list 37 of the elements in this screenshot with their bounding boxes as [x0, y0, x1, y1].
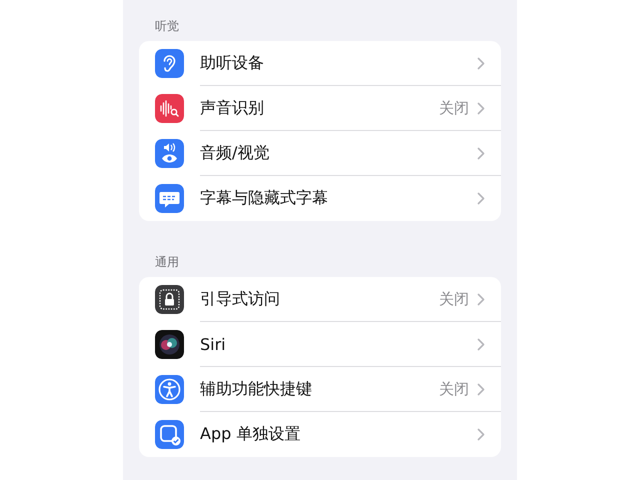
- settings-row[interactable]: 音频/视觉: [139, 131, 501, 176]
- accessibility-icon: [155, 375, 184, 404]
- settings-row[interactable]: 辅助功能快捷键 关闭: [139, 367, 501, 412]
- lock-icon: [155, 285, 184, 314]
- chevron-icon: [477, 56, 485, 70]
- settings-row[interactable]: App 单独设置: [139, 412, 501, 457]
- settings-row[interactable]: 助听设备: [139, 41, 501, 86]
- chevron-icon: [477, 146, 485, 160]
- row-label: Siri: [200, 334, 227, 354]
- row-label: 助听设备: [200, 52, 265, 74]
- row-label: 字幕与隐藏式字幕: [200, 188, 329, 209]
- row-label: 引导式访问: [200, 288, 281, 310]
- row-value: 关闭: [439, 98, 469, 118]
- speaker-eye-icon: [155, 139, 184, 168]
- speech-bubble-icon: [155, 184, 184, 213]
- chevron-icon: [477, 292, 485, 306]
- chevron-icon: [477, 382, 485, 396]
- row-value: 关闭: [439, 290, 469, 308]
- section-header: 通用: [154, 254, 180, 271]
- settings-row[interactable]: 字幕与隐藏式字幕: [139, 176, 501, 221]
- settings-row[interactable]: 声音识别 关闭: [139, 86, 501, 131]
- chevron-icon: [477, 192, 485, 205]
- section-header: 听觉: [154, 18, 180, 35]
- chevron-icon: [477, 428, 485, 441]
- row-label: 声音识别: [200, 98, 265, 118]
- settings-row[interactable]: Siri: [139, 322, 501, 367]
- row-label: 音频/视觉: [200, 142, 270, 164]
- ear-icon: [155, 49, 184, 78]
- row-value: 关闭: [439, 380, 469, 398]
- sound-search-icon: [155, 94, 184, 123]
- app-check-icon: [155, 420, 184, 449]
- row-label: App 单独设置: [200, 424, 302, 445]
- siri-orb-icon: [155, 330, 184, 359]
- row-label: 辅助功能快捷键: [200, 378, 313, 400]
- chevron-icon: [477, 338, 485, 350]
- chevron-icon: [477, 102, 485, 114]
- settings-row[interactable]: 引导式访问 关闭: [139, 277, 501, 322]
